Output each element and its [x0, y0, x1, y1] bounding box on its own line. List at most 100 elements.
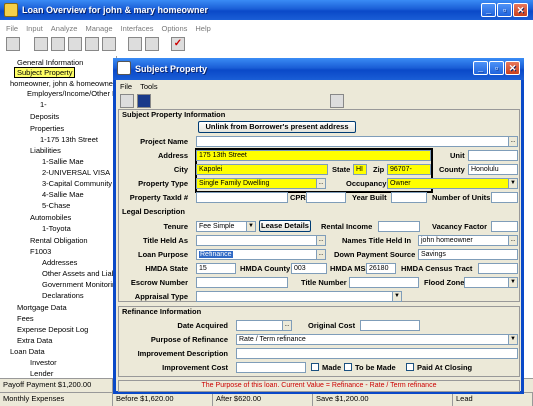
purpose-refinance-field[interactable]: Rate / Term refinance ▼ [236, 334, 518, 345]
report-icon[interactable] [51, 37, 65, 51]
checkmark-icon[interactable]: ✓ [171, 37, 185, 51]
rental-income-field[interactable] [378, 221, 420, 232]
occupancy-field[interactable]: Owner ▼ [387, 178, 518, 189]
ellipsis-icon[interactable]: ... [508, 137, 517, 146]
ellipsis-icon[interactable]: ... [282, 321, 291, 330]
tree-item[interactable]: Government Monitoring [42, 280, 116, 289]
minimize-button[interactable]: _ [481, 3, 496, 17]
title-number-field[interactable] [349, 277, 419, 288]
chevron-down-icon[interactable]: ▼ [508, 278, 517, 287]
export-icon[interactable] [85, 37, 99, 51]
tree-item[interactable]: Automobiles [30, 213, 71, 222]
project-name-field[interactable]: ... [196, 136, 518, 147]
menu-manage[interactable]: Manage [85, 24, 112, 33]
tree-item[interactable]: homeowner, john & homeowne [10, 79, 113, 88]
tree-item[interactable]: Declarations [42, 291, 84, 300]
dialog-menu-file[interactable]: File [120, 82, 132, 91]
lease-details-button[interactable]: Lease Details [259, 220, 311, 232]
chevron-down-icon[interactable]: ▼ [508, 335, 517, 344]
chevron-down-icon[interactable]: ▼ [508, 179, 517, 188]
property-type-field[interactable]: Single Family Dwelling... [196, 178, 326, 189]
home-icon[interactable] [120, 94, 134, 108]
save-icon[interactable] [137, 94, 151, 108]
tree-item[interactable]: Mortgage Data [17, 303, 67, 312]
menu-analyze[interactable]: Analyze [51, 24, 78, 33]
chevron-down-icon[interactable]: ▼ [246, 222, 255, 231]
print-icon[interactable] [34, 37, 48, 51]
calc-icon[interactable] [102, 37, 116, 51]
county-field[interactable]: Honolulu [468, 164, 518, 175]
tree-item[interactable]: 1-175 13th Street [40, 135, 98, 144]
tree-item[interactable]: Expense Deposit Log [17, 325, 88, 334]
hmda-census-field[interactable] [478, 263, 518, 274]
hmda-state-field[interactable]: 15 [196, 263, 236, 274]
calculator-icon[interactable] [330, 94, 344, 108]
names-title-field[interactable]: john homeowner... [418, 235, 518, 246]
calculator-icon[interactable] [145, 37, 159, 51]
menu-options[interactable]: Options [162, 24, 188, 33]
tree-item[interactable]: 1-Sallie Mae [42, 157, 84, 166]
tree-item[interactable]: 1- [40, 100, 47, 109]
menu-file[interactable]: File [6, 24, 18, 33]
tree-item[interactable]: 2-UNIVERSAL VISA [42, 168, 110, 177]
tenure-field[interactable]: Fee Simple ▼ [196, 221, 256, 232]
window-icon[interactable] [128, 37, 142, 51]
ellipsis-icon[interactable]: ... [508, 236, 517, 245]
vacancy-field[interactable] [491, 221, 518, 232]
down-payment-field[interactable]: Savings [418, 249, 518, 260]
tree-item[interactable]: Deposits [30, 112, 59, 121]
tree-item[interactable]: 5-Chase [42, 201, 70, 210]
escrow-number-field[interactable] [196, 277, 288, 288]
menu-input[interactable]: Input [26, 24, 43, 33]
tree-item[interactable]: Extra Data [17, 336, 52, 345]
tree-item[interactable]: Addresses [42, 258, 77, 267]
cpr-field[interactable] [306, 192, 346, 203]
menu-help[interactable]: Help [195, 24, 210, 33]
taxid-field[interactable] [196, 192, 288, 203]
tree-item[interactable]: Fees [17, 314, 34, 323]
address-field[interactable]: 175 13th Street [196, 150, 431, 161]
year-built-field[interactable] [391, 192, 427, 203]
ellipsis-icon[interactable]: ... [316, 179, 325, 188]
unit-field[interactable] [468, 150, 518, 161]
tree-item-selected[interactable]: Subject Property [14, 67, 76, 78]
loan-purpose-field[interactable]: Refinance... [196, 249, 326, 260]
improvement-desc-field[interactable] [236, 348, 518, 359]
tree-item[interactable]: 1-Toyota [42, 224, 71, 233]
tree-item[interactable]: Properties [30, 124, 64, 133]
original-cost-field[interactable] [360, 320, 420, 331]
tree-item[interactable]: Other Assets and Liab [42, 269, 116, 278]
tree-item[interactable]: Rental Obligation [30, 236, 88, 245]
zip-field[interactable]: 96707- [387, 164, 431, 175]
tree-item[interactable]: 3-Capital Community Ba [42, 179, 116, 188]
folder-icon[interactable] [68, 37, 82, 51]
date-acquired-field[interactable]: ... [236, 320, 292, 331]
dialog-close-button[interactable]: ✕ [505, 61, 520, 75]
chevron-down-icon[interactable]: ▼ [392, 292, 401, 301]
dialog-minimize-button[interactable]: _ [473, 61, 488, 75]
state-field[interactable]: HI [353, 164, 367, 175]
tree-item[interactable]: Investor [30, 358, 57, 367]
maximize-button[interactable]: ▫ [497, 3, 512, 17]
unlink-address-button[interactable]: Unlink from Borrower's present address [198, 121, 356, 133]
tree-item[interactable]: Employers/Income/Other In [27, 89, 116, 98]
tree-item[interactable]: General Information [17, 58, 83, 67]
dialog-maximize-button[interactable]: ▫ [489, 61, 504, 75]
hmda-msa-field[interactable]: 26180 [366, 263, 396, 274]
improvement-cost-field[interactable] [236, 362, 306, 373]
tree-item[interactable]: Lender [30, 369, 53, 378]
tree-item[interactable]: Loan Data [10, 347, 45, 356]
to-be-made-checkbox[interactable] [344, 363, 352, 371]
menu-interfaces[interactable]: Interfaces [121, 24, 154, 33]
hmda-county-field[interactable]: 003 [291, 263, 327, 274]
title-held-as-field[interactable]: ... [196, 235, 326, 246]
city-field[interactable]: Kapolei [196, 164, 328, 175]
home-icon[interactable] [6, 37, 20, 51]
tree-item[interactable]: 4-Sallie Mae [42, 190, 84, 199]
ellipsis-icon[interactable]: ... [316, 236, 325, 245]
tree-item[interactable]: F1003 [30, 247, 51, 256]
dialog-menu-tools[interactable]: Tools [140, 82, 158, 91]
paid-at-closing-checkbox[interactable] [406, 363, 414, 371]
close-button[interactable]: ✕ [513, 3, 528, 17]
ellipsis-icon[interactable]: ... [316, 250, 325, 259]
